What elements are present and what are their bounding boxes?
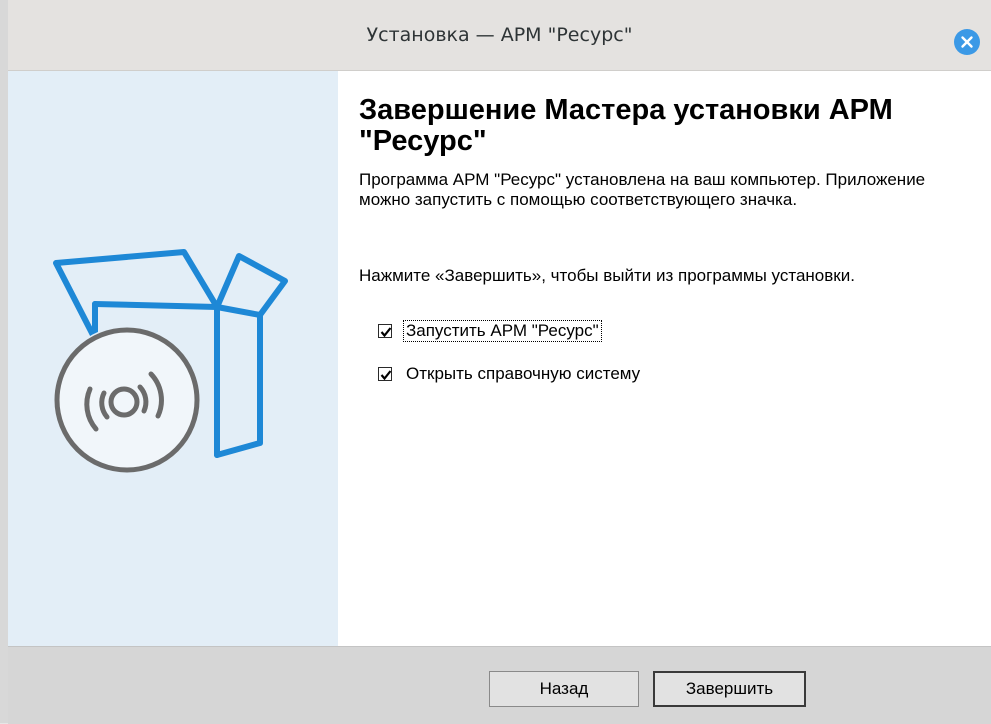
checkmark-icon <box>380 370 392 381</box>
finish-button[interactable]: Завершить <box>653 671 806 707</box>
close-button[interactable] <box>954 29 980 55</box>
open-help-label[interactable]: Открыть справочную систему <box>404 364 642 384</box>
button-bar: Назад Завершить <box>8 646 991 724</box>
page-title: Завершение Мастера установки АРМ "Ресурс… <box>359 94 893 157</box>
back-button[interactable]: Назад <box>489 671 639 707</box>
window-title: Установка — АРМ "Ресурс" <box>366 24 633 46</box>
launch-app-checkbox[interactable] <box>378 324 392 338</box>
launch-app-checkbox-row[interactable]: Запустить АРМ "Ресурс" <box>378 320 602 342</box>
open-help-checkbox-row[interactable]: Открыть справочную систему <box>378 363 642 385</box>
completion-description: Программа АРМ "Ресурс" установлена на ва… <box>359 170 926 209</box>
close-icon <box>961 36 973 48</box>
launch-app-label[interactable]: Запустить АРМ "Ресурс" <box>403 320 602 342</box>
content-area: Завершение Мастера установки АРМ "Ресурс… <box>338 71 991 646</box>
open-help-checkbox[interactable] <box>378 367 392 381</box>
checkmark-icon <box>380 327 392 338</box>
installer-window: Установка — АРМ "Ресурс" Завершение Маст… <box>0 0 991 724</box>
installer-box-icon <box>53 249 288 474</box>
title-bar: Установка — АРМ "Ресурс" <box>8 0 991 71</box>
side-banner <box>8 71 338 646</box>
finish-instruction: Нажмите «Завершить», чтобы выйти из прог… <box>359 266 855 285</box>
